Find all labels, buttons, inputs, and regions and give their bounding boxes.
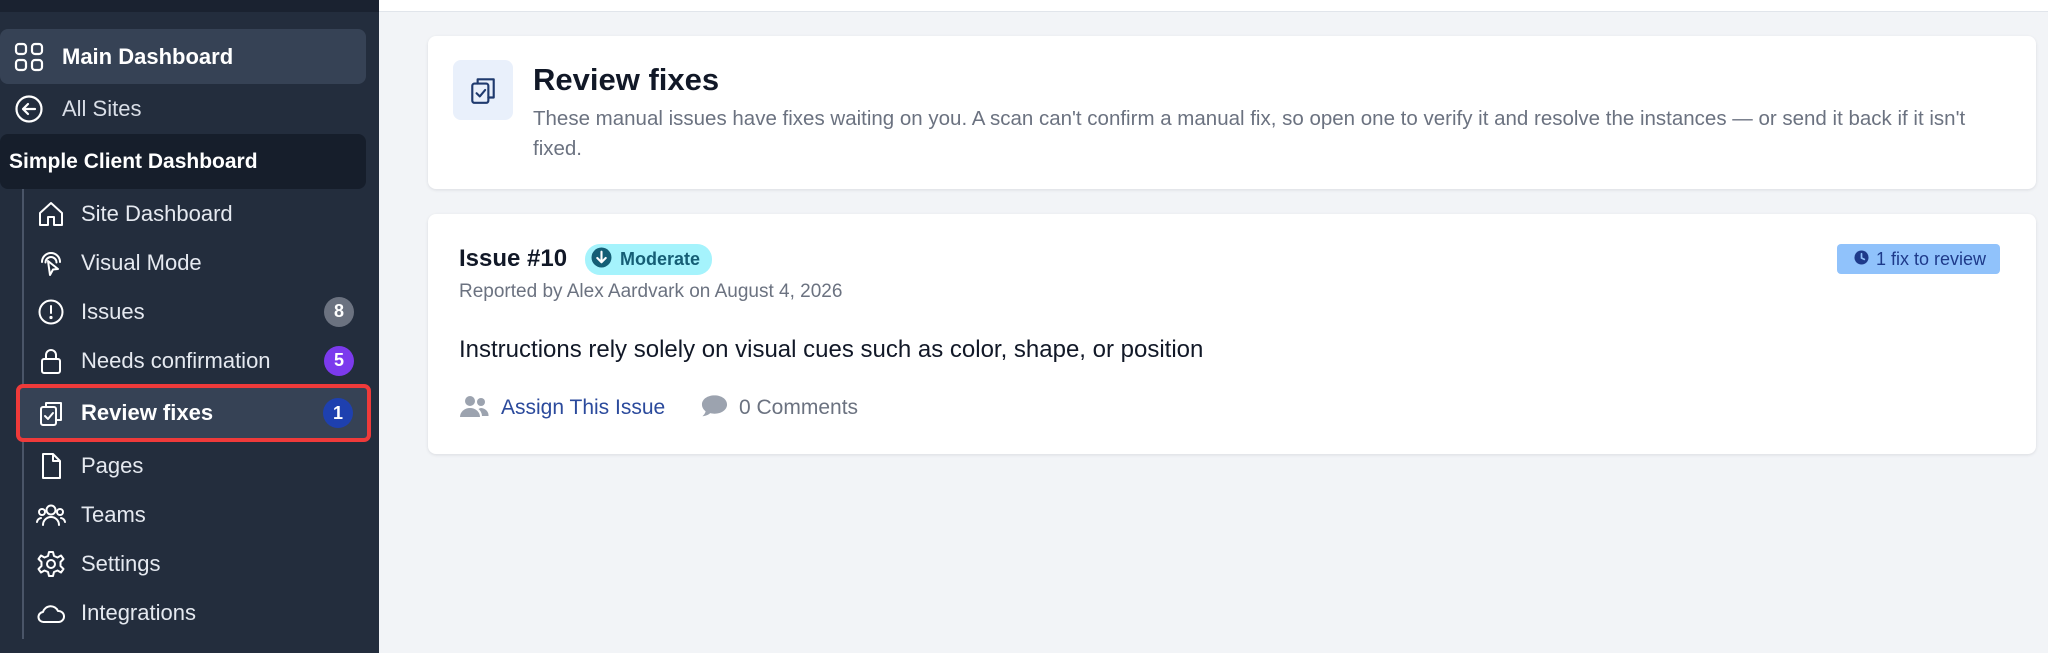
sidebar-item-main-dashboard[interactable]: Main Dashboard — [0, 29, 366, 84]
sidebar-item-label: Settings — [81, 550, 161, 576]
issues-count-badge: 8 — [324, 296, 354, 327]
page-header-card: Review fixes These manual issues have fi… — [428, 36, 2036, 189]
clipboard-check-icon — [36, 398, 66, 428]
comments-label[interactable]: 0 Comments — [739, 396, 858, 420]
sidebar-item-label: Pages — [81, 452, 144, 478]
home-icon — [36, 199, 66, 229]
severity-badge: Moderate — [585, 244, 713, 275]
issue-card[interactable]: Issue #10 Moderate Reported by Alex Aard… — [428, 214, 2036, 454]
page-description: These manual issues have fixes waiting o… — [533, 107, 1966, 160]
client-dashboard-header[interactable]: Simple Client Dashboard — [0, 134, 366, 189]
gear-icon — [36, 549, 66, 579]
top-header-strip — [379, 0, 2048, 12]
sidebar-item-all-sites[interactable]: All Sites — [0, 84, 366, 134]
alert-circle-icon — [36, 297, 66, 327]
cloud-icon — [36, 598, 66, 628]
assign-issue-button[interactable]: Assign This Issue — [459, 393, 665, 423]
document-icon — [36, 451, 66, 481]
severity-label: Moderate — [620, 249, 701, 269]
sidebar-item-needs-confirmation[interactable]: Needs confirmation 5 — [24, 336, 366, 385]
sidebar-item-site-dashboard[interactable]: Site Dashboard — [24, 189, 366, 238]
sidebar-item-pages[interactable]: Pages — [24, 441, 366, 490]
fix-review-label: 1 fix to review — [1875, 248, 1986, 269]
sidebar-item-visual-mode[interactable]: Visual Mode — [24, 238, 366, 287]
sidebar-item-label: Issues — [81, 298, 145, 324]
sidebar-item-issues[interactable]: Issues 8 — [24, 287, 366, 336]
sidebar-item-settings[interactable]: Settings — [24, 539, 366, 588]
fix-review-badge: 1 fix to review — [1836, 244, 2000, 274]
back-arrow-circle-icon — [14, 94, 44, 124]
sidebar-item-label: Visual Mode — [81, 249, 202, 275]
arrow-down-circle-icon — [591, 247, 612, 273]
clipboard-check-icon — [453, 60, 513, 120]
sidebar-item-label: Review fixes — [81, 400, 214, 425]
sidebar-item-review-fixes[interactable]: Review fixes 1 — [16, 384, 371, 442]
sidebar-item-label: Main Dashboard — [62, 43, 234, 69]
review-fixes-count-badge: 1 — [323, 398, 353, 428]
sidebar-item-label: Teams — [81, 501, 146, 527]
sidebar-item-label: Needs confirmation — [81, 347, 271, 373]
issue-title[interactable]: Issue #10 — [459, 245, 567, 273]
sidebar: Main Dashboard All Sites Simple Client D… — [0, 0, 379, 653]
users-icon — [459, 394, 489, 423]
speech-bubble-icon — [701, 394, 728, 423]
sidebar-top-bar — [0, 0, 379, 12]
sidebar-item-label: All Sites — [62, 96, 142, 121]
touch-pointer-icon — [36, 248, 66, 278]
sidebar-item-teams[interactable]: Teams — [24, 490, 366, 539]
sidebar-item-integrations[interactable]: Integrations — [24, 588, 366, 637]
assign-issue-label[interactable]: Assign This Issue — [501, 396, 665, 420]
sidebar-item-label: Integrations — [81, 599, 196, 625]
lock-icon — [36, 346, 66, 376]
needs-confirmation-count-badge: 5 — [324, 345, 354, 376]
comments-button[interactable]: 0 Comments — [701, 393, 858, 423]
clock-icon — [1854, 249, 1869, 270]
grid-icon — [14, 42, 44, 72]
issue-reported-by: Reported by Alex Aardvark on August 4, 2… — [459, 281, 843, 302]
sidebar-item-label: Site Dashboard — [81, 200, 233, 226]
users-icon — [36, 500, 66, 530]
page-title: Review fixes — [533, 62, 720, 97]
issue-description: Instructions rely solely on visual cues … — [459, 336, 1204, 363]
